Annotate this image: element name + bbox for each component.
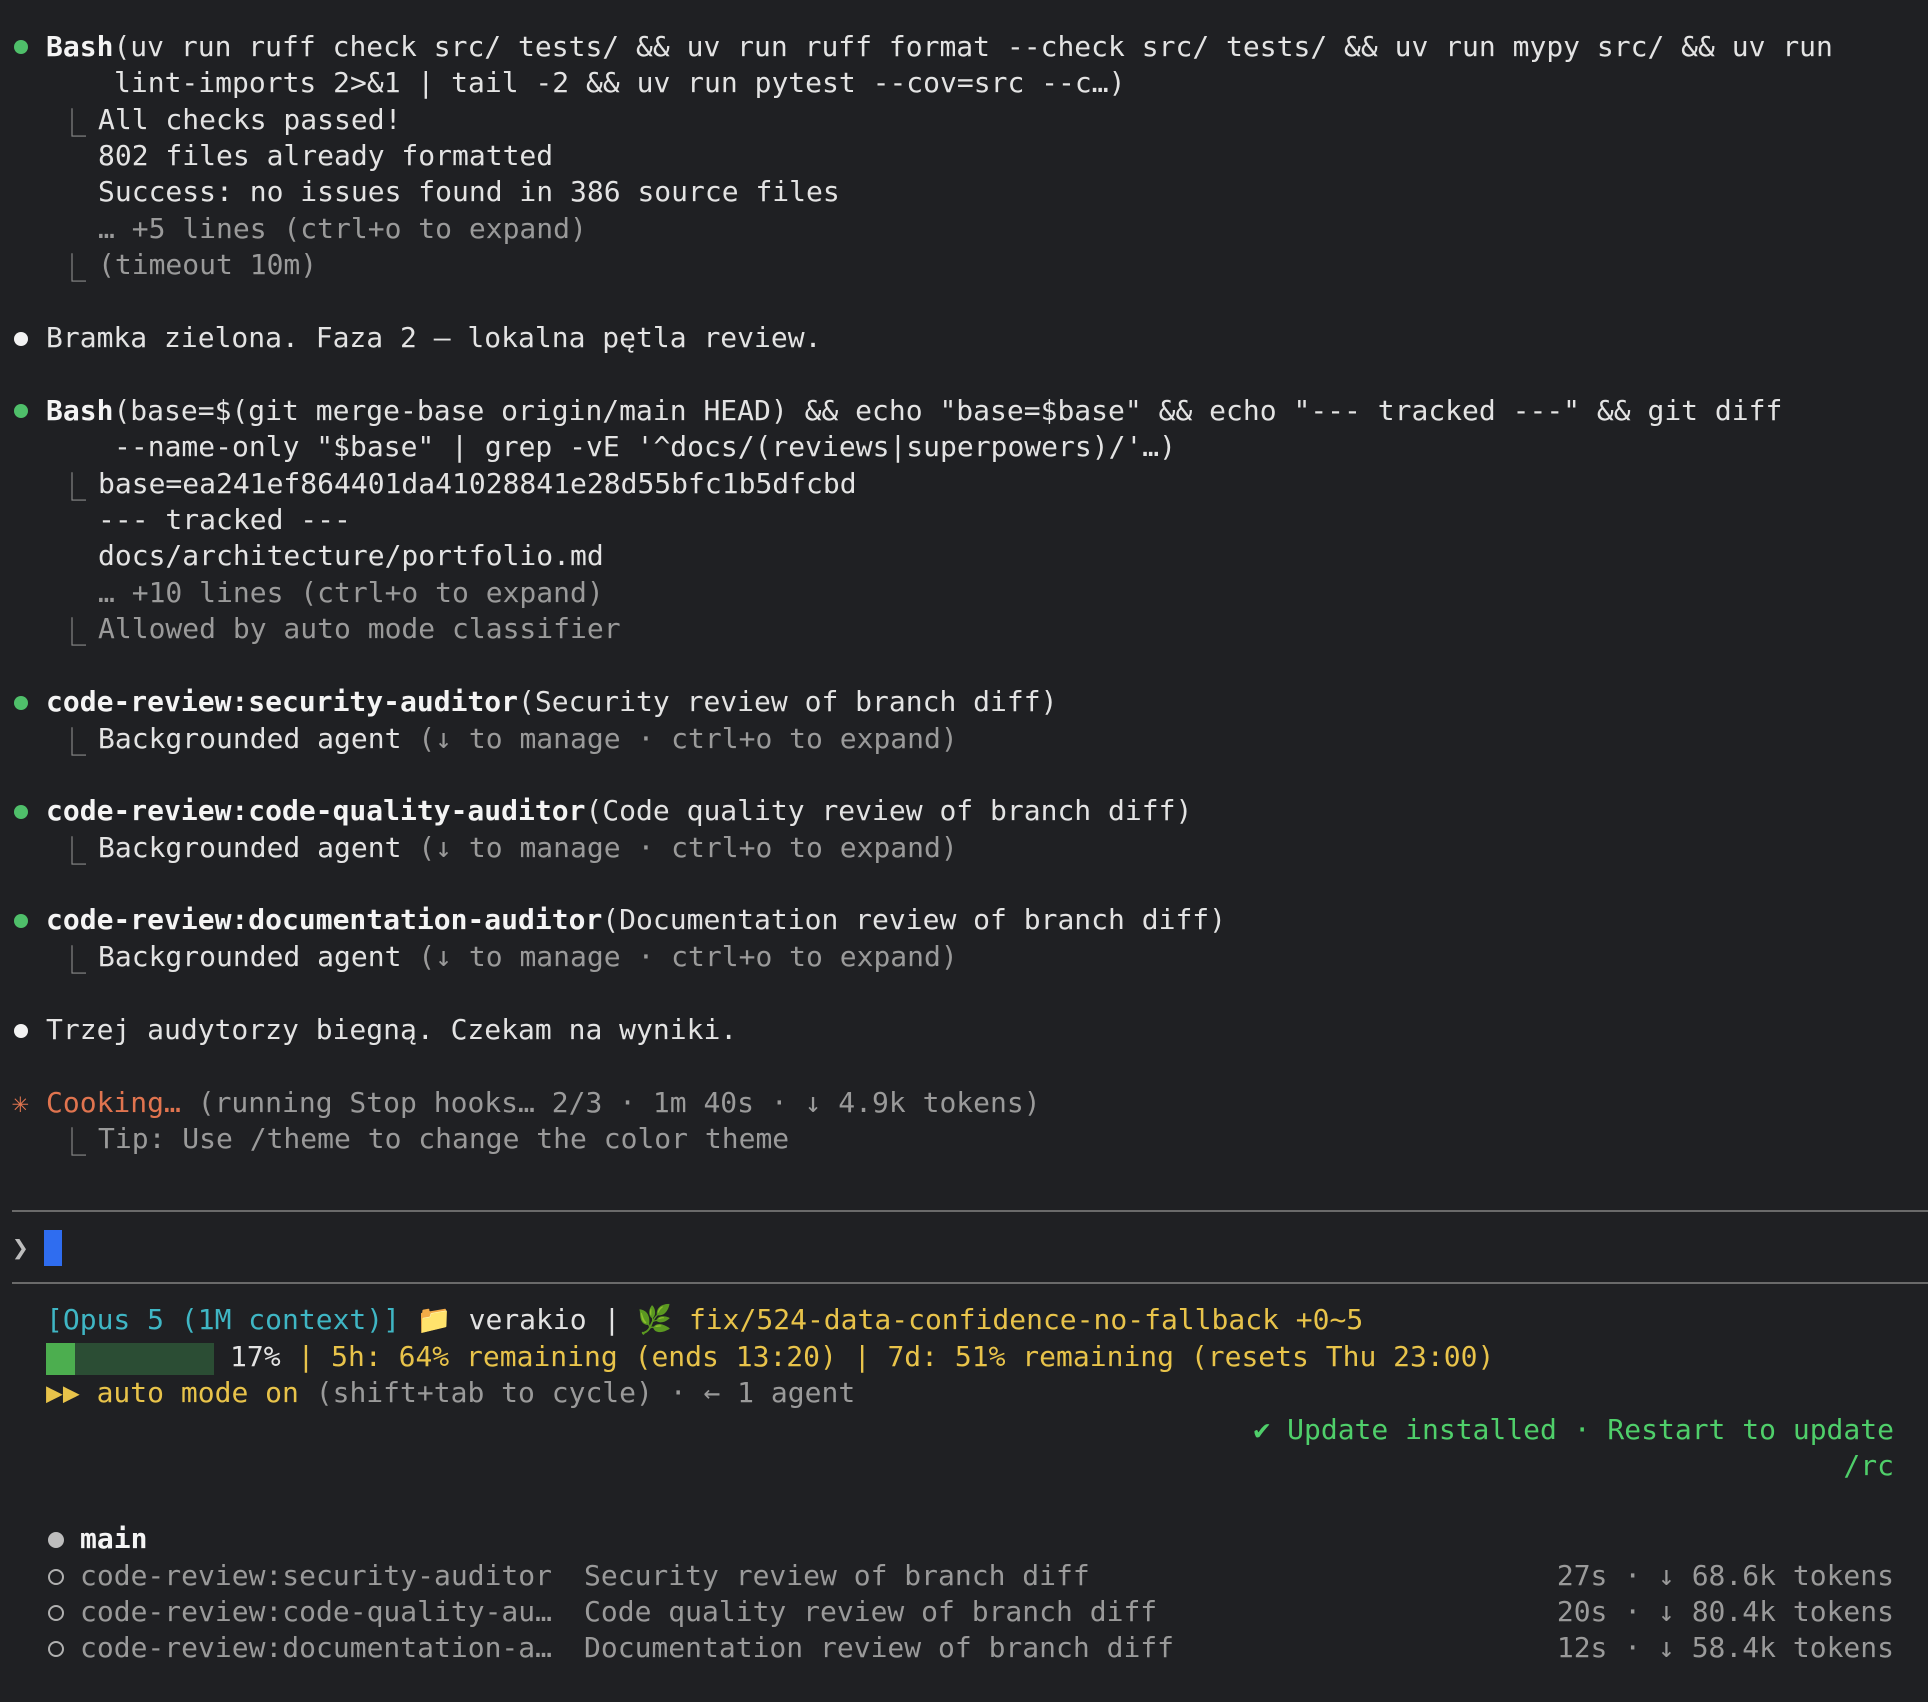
tree-branch-icon: ⎿ <box>58 107 87 140</box>
tree-branch-icon: ⎿ <box>58 252 87 285</box>
tree-branch-icon: ⎿ <box>58 471 87 504</box>
bash-command-1: Bash(uv run ruff check src/ tests/ && uv… <box>46 29 1833 65</box>
model-label: [Opus 5 (1M context)] <box>46 1303 401 1336</box>
tip-text: Tip: Use /theme to change the color them… <box>98 1122 790 1155</box>
agent-launch-security: code-review:security-auditor(Security re… <box>46 684 1057 720</box>
agent-list-name: code-review:code-quality-au… <box>80 1595 553 1628</box>
agent-list-item[interactable]: code-review:code-quality-au… Code qualit… <box>0 1594 1928 1630</box>
mode-arrows-icon: ▶▶ <box>46 1376 80 1409</box>
agent-args: (Documentation review of branch diff) <box>602 903 1227 936</box>
agent-list-item[interactable]: code-review:security-auditor Security re… <box>0 1558 1928 1594</box>
terminal-window: Bash(uv run ruff check src/ tests/ && uv… <box>0 0 1928 1702</box>
tool-name: Bash <box>46 30 114 63</box>
message-bullet <box>14 1024 28 1038</box>
message-bullet <box>14 332 28 346</box>
statusline-limits: 17% | 5h: 64% remaining (ends 13:20) | 7… <box>230 1339 1494 1375</box>
rc-command[interactable]: /rc <box>1843 1448 1894 1484</box>
agent-list-desc: Code quality review of branch diff <box>584 1595 1158 1628</box>
tool-status-bullet <box>14 404 28 418</box>
circle-icon <box>48 1605 64 1621</box>
agent-status: Backgrounded agent <box>98 940 402 973</box>
agent-list-desc: Documentation review of branch diff <box>584 1631 1175 1664</box>
agent-status-bullet <box>14 696 28 710</box>
tree-branch-icon: ⎿ <box>58 835 87 868</box>
permission-label: Allowed by auto mode classifier <box>98 612 621 645</box>
tree-branch-icon: ⎿ <box>58 1126 87 1159</box>
agent-list-name: main <box>80 1522 148 1555</box>
update-notice: ✔ Update installed · Restart to update <box>1253 1413 1894 1446</box>
agent-launch-code-quality: code-review:code-quality-auditor(Code qu… <box>46 793 1192 829</box>
circle-icon <box>48 1641 64 1657</box>
agent-name: code-review:documentation-auditor <box>46 903 603 936</box>
tree-branch-icon: ⎿ <box>58 616 87 649</box>
bash-output-line: 802 files already formatted <box>98 139 554 172</box>
spinner-detail: (running Stop hooks… 2/3 · 1m 40s · ↓ 4.… <box>197 1086 1041 1119</box>
agent-status: Backgrounded agent <box>98 722 402 755</box>
agent-launch-documentation: code-review:documentation-auditor(Docume… <box>46 902 1226 938</box>
bash-output-line: Success: no issues found in 386 source f… <box>98 175 840 208</box>
agent-args: (Security review of branch diff) <box>518 685 1058 718</box>
statusline-mode: ▶▶ auto mode on (shift+tab to cycle) · ←… <box>46 1375 855 1411</box>
bash-command-2: Bash(base=$(git merge-base origin/main H… <box>46 393 1782 429</box>
agent-list-name: code-review:documentation-a… <box>80 1631 553 1664</box>
circle-icon <box>48 1569 64 1585</box>
statusline-model-branch: [Opus 5 (1M context)] 📁 verakio | 🌿 fix/… <box>46 1302 1363 1338</box>
prompt-divider-top <box>12 1210 1928 1212</box>
tree-branch-icon: ⎿ <box>58 726 87 759</box>
context-usage-bar <box>46 1343 214 1375</box>
agent-list-stats: 27s · ↓ 68.6k tokens <box>1556 1559 1894 1592</box>
agent-args: (Code quality review of branch diff) <box>585 794 1193 827</box>
agent-status-bullet <box>14 914 28 928</box>
folder-icon: 📁 <box>416 1303 452 1336</box>
tool-status-bullet <box>14 40 28 54</box>
prompt-input[interactable] <box>44 1230 62 1266</box>
mode-label[interactable]: auto mode on <box>97 1376 299 1409</box>
context-usage-fill <box>46 1343 75 1375</box>
timeout-label: (timeout 10m) <box>98 248 318 281</box>
bash-command-1-cont: lint-imports 2>&1 | tail -2 && uv run py… <box>114 66 1126 99</box>
agent-status-bullet <box>14 805 28 819</box>
usage-limits: | 5h: 64% remaining (ends 13:20) | 7d: 5… <box>297 1340 1495 1373</box>
bash-command-2-cont: --name-only "$base" | grep -vE '^docs/(r… <box>114 430 1177 463</box>
agent-list-stats: 20s · ↓ 80.4k tokens <box>1556 1595 1894 1628</box>
bash-output-line: docs/architecture/portfolio.md <box>98 539 604 572</box>
agent-status: Backgrounded agent <box>98 831 402 864</box>
spinner-star-icon: ✳ <box>12 1086 29 1119</box>
assistant-message: Bramka zielona. Faza 2 — lokalna pętla r… <box>46 321 822 354</box>
expand-hint[interactable]: … +10 lines (ctrl+o to expand) <box>98 575 604 611</box>
bash-output-line: base=ea241ef864401da41028841e28d55bfc1b5… <box>98 467 857 500</box>
tree-branch-icon: ⎿ <box>58 944 87 977</box>
agent-hint[interactable]: (↓ to manage · ctrl+o to expand) <box>418 940 957 973</box>
agent-name: code-review:code-quality-auditor <box>46 794 586 827</box>
context-percent: 17% <box>230 1340 281 1373</box>
spinner-label: Cooking… <box>46 1086 181 1119</box>
agent-list-item[interactable]: code-review:documentation-a… Documentati… <box>0 1630 1928 1666</box>
bash-output-line: --- tracked --- <box>98 503 351 536</box>
prompt-caret-icon: ❯ <box>12 1231 29 1264</box>
prompt-divider-bottom <box>12 1282 1928 1284</box>
agent-status-line: Backgrounded agent (↓ to manage · ctrl+o… <box>98 721 958 757</box>
agent-hint[interactable]: (↓ to manage · ctrl+o to expand) <box>418 722 957 755</box>
mode-hint: (shift+tab to cycle) · ← 1 agent <box>315 1376 856 1409</box>
separator: | <box>603 1303 621 1336</box>
expand-hint[interactable]: … +5 lines (ctrl+o to expand) <box>98 211 587 247</box>
spinner-status: Cooking… (running Stop hooks… 2/3 · 1m 4… <box>46 1085 1041 1121</box>
bash-output-line: All checks passed! <box>98 103 402 136</box>
agent-list-main[interactable]: main <box>0 1521 1928 1557</box>
agent-name: code-review:security-auditor <box>46 685 519 718</box>
agent-status-line: Backgrounded agent (↓ to manage · ctrl+o… <box>98 939 958 975</box>
selected-circle-icon <box>48 1532 64 1548</box>
tool-args: (base=$(git merge-base origin/main HEAD)… <box>113 394 1783 427</box>
agent-hint[interactable]: (↓ to manage · ctrl+o to expand) <box>418 831 957 864</box>
leaf-icon: 🌿 <box>637 1303 673 1336</box>
agent-list-name: code-review:security-auditor <box>80 1559 553 1592</box>
assistant-message: Trzej audytorzy biegną. Czekam na wyniki… <box>46 1013 738 1046</box>
agent-list-desc: Security review of branch diff <box>584 1559 1090 1592</box>
agent-status-line: Backgrounded agent (↓ to manage · ctrl+o… <box>98 830 958 866</box>
tool-args: (uv run ruff check src/ tests/ && uv run… <box>113 30 1833 63</box>
tool-name: Bash <box>46 394 114 427</box>
folder-name: verakio <box>468 1303 587 1336</box>
branch-name: fix/524-data-confidence-no-fallback +0~5 <box>688 1303 1364 1336</box>
agent-list-stats: 12s · ↓ 58.4k tokens <box>1556 1631 1894 1664</box>
